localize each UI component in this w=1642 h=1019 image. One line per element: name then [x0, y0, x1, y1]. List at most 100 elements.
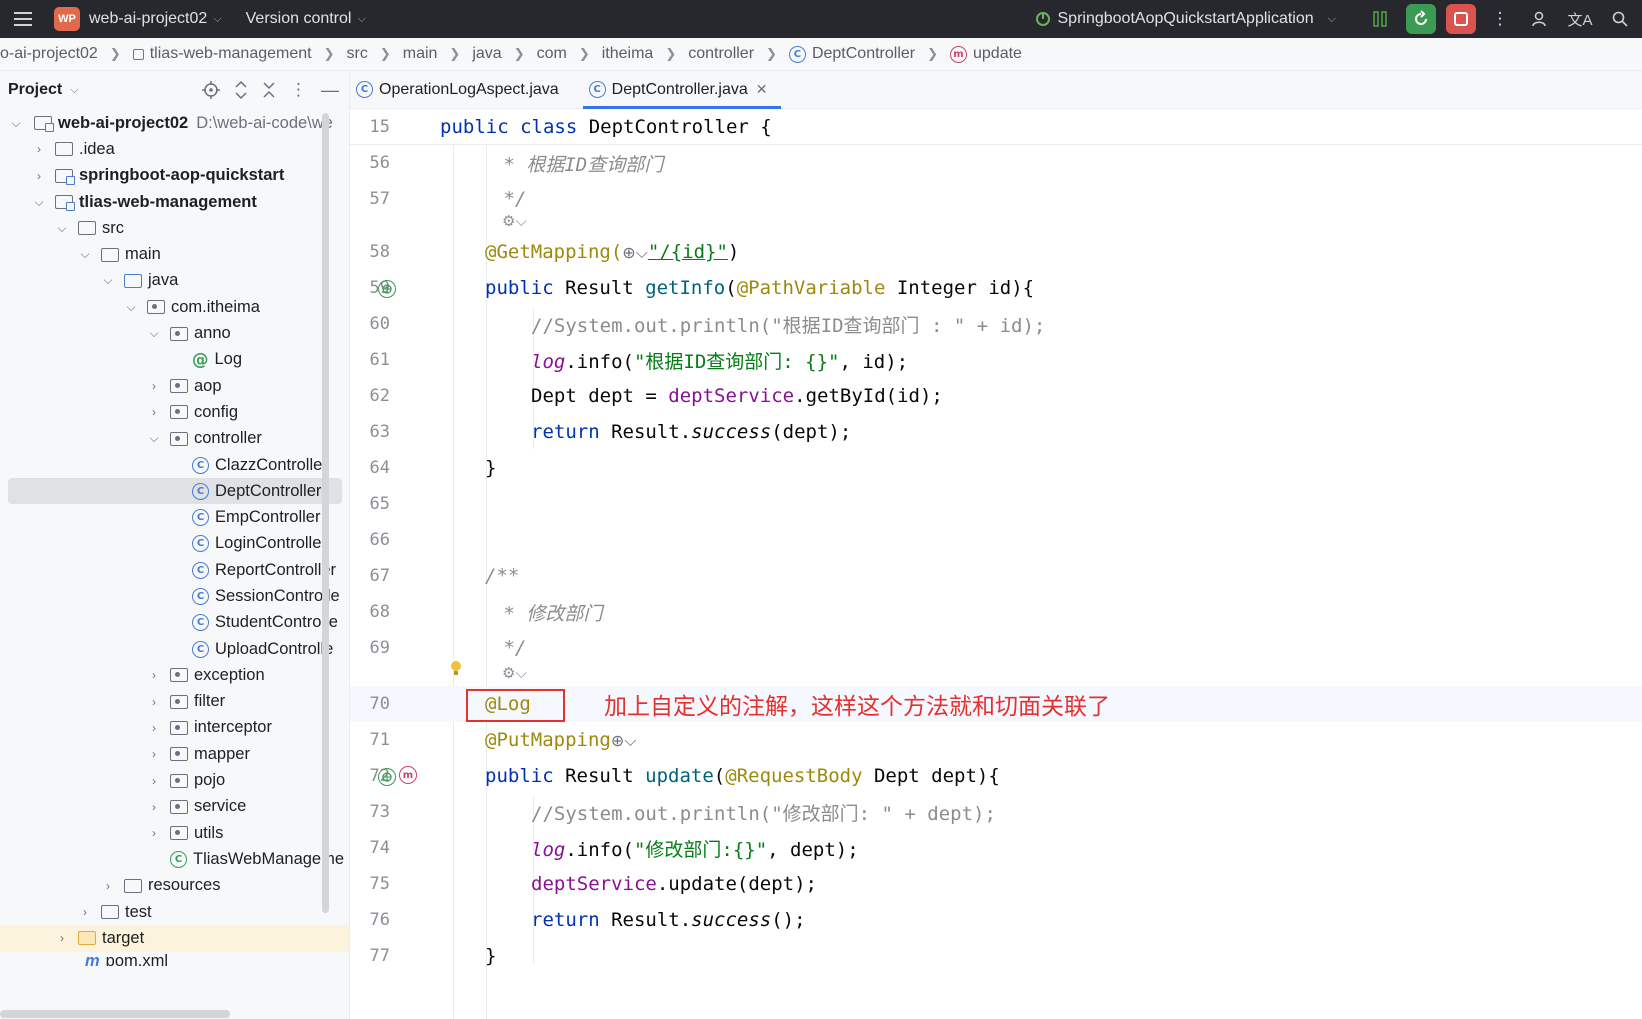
code-line-56[interactable]: 56 * 根据ID查询部门	[350, 145, 1642, 181]
tree-item-logincontroller[interactable]: C LoginController	[0, 531, 349, 557]
expand-all-icon[interactable]	[234, 81, 248, 99]
code-line-61[interactable]: 61 log.info("根据ID查询部门: {}", id);	[350, 342, 1642, 378]
endpoint-gutter-icon[interactable]	[378, 768, 396, 786]
tree-item-interceptor[interactable]: › interceptor	[0, 715, 349, 741]
tree-item-src[interactable]: ⌵ src	[0, 215, 349, 241]
chevron-down-icon[interactable]: ⌵	[54, 221, 70, 236]
code-line-64[interactable]: 64 }	[350, 450, 1642, 486]
chevron-right-icon[interactable]: ›	[146, 405, 162, 419]
breadcrumb-item[interactable]: C DeptController	[788, 45, 915, 63]
stop-button[interactable]	[1446, 4, 1476, 34]
breadcrumb-item[interactable]: controller	[688, 45, 754, 63]
code-line-68[interactable]: 68 * 修改部门	[350, 594, 1642, 630]
tree-item-com-itheima[interactable]: ⌵ com.itheima	[0, 294, 349, 320]
chevron-right-icon[interactable]: ›	[31, 142, 47, 156]
breadcrumb-item[interactable]: java	[472, 45, 501, 63]
code-line-67[interactable]: 67 /**	[350, 558, 1642, 594]
translate-icon[interactable]: 文A	[1564, 0, 1596, 38]
code-line-76[interactable]: 76 return Result.success();	[350, 902, 1642, 938]
tree-item-java[interactable]: ⌵ java	[0, 268, 349, 294]
tree-item-clazzcontroller[interactable]: C ClazzController	[0, 452, 349, 478]
project-horizontal-scrollbar[interactable]	[0, 1010, 230, 1018]
tree-item-root[interactable]: ⌵ web-ai-project02 D:\web-ai-code\we	[0, 110, 349, 136]
code-line-75[interactable]: 75 deptService.update(dept);	[350, 866, 1642, 902]
chevron-right-icon[interactable]: ›	[100, 879, 116, 893]
code-line-62[interactable]: 62 Dept dept = deptService.getById(id);	[350, 378, 1642, 414]
chevron-down-icon[interactable]: ⌵	[31, 195, 47, 210]
chevron-down-icon[interactable]: ⌵	[8, 116, 24, 131]
more-options-icon[interactable]: ⋮	[290, 80, 307, 100]
tree-item-idea[interactable]: › .idea	[0, 136, 349, 162]
tree-item-filter[interactable]: › filter	[0, 689, 349, 715]
tree-item-exception[interactable]: › exception	[0, 662, 349, 688]
tab-operationlogaspect[interactable]: C OperationLogAspect.java	[350, 71, 573, 108]
code-line-66[interactable]: 66	[350, 522, 1642, 558]
tree-item-config[interactable]: › config	[0, 399, 349, 425]
tree-item-anno[interactable]: ⌵ anno	[0, 320, 349, 346]
code-vision-icon[interactable]: ⚙⌵	[502, 664, 527, 682]
project-scrollbar[interactable]	[322, 113, 329, 913]
breadcrumb-item[interactable]: com	[537, 45, 567, 63]
tree-item-resources[interactable]: › resources	[0, 873, 349, 899]
chevron-right-icon[interactable]: ›	[146, 774, 162, 788]
code-line-73[interactable]: 73 //System.out.println("修改部门: " + dept)…	[350, 794, 1642, 830]
hide-panel-icon[interactable]: —	[321, 80, 339, 101]
code-line-59[interactable]: 59 public Result getInfo(@PathVariable I…	[350, 270, 1642, 306]
tree-item-pom-xml[interactable]: m pom.xml	[0, 952, 349, 966]
breadcrumb-item[interactable]: o-ai-project02	[0, 45, 98, 63]
chevron-right-icon[interactable]: ›	[146, 379, 162, 393]
tree-item-sessioncontroller[interactable]: C SessionControlle	[0, 583, 349, 609]
tree-item-main[interactable]: ⌵ main	[0, 241, 349, 267]
code-line-60[interactable]: 60 //System.out.println("根据ID查询部门 : " + …	[350, 306, 1642, 342]
chevron-right-icon[interactable]: ›	[77, 905, 93, 919]
breadcrumb-item[interactable]: main	[403, 45, 438, 63]
tree-item-tlias-web-management[interactable]: ⌵ tlias-web-management	[0, 189, 349, 215]
close-icon[interactable]: ✕	[756, 81, 768, 98]
tree-item-studentcontroller[interactable]: C StudentControlle	[0, 610, 349, 636]
run-config-selector[interactable]: SpringbootAopQuickstartApplication	[1058, 10, 1314, 28]
tree-item-pojo[interactable]: › pojo	[0, 767, 349, 793]
locate-icon[interactable]	[202, 81, 220, 99]
code-line-69[interactable]: 69 */	[350, 630, 1642, 666]
chevron-right-icon[interactable]: ›	[146, 826, 162, 840]
breadcrumb-item[interactable]: itheima	[602, 45, 654, 63]
tab-deptcontroller[interactable]: C DeptController.java ✕	[582, 71, 782, 109]
code-line-74[interactable]: 74 log.info("修改部门:{}", dept);	[350, 830, 1642, 866]
main-menu-icon[interactable]	[0, 0, 46, 38]
tree-item-mapper[interactable]: › mapper	[0, 741, 349, 767]
code-line-65[interactable]: 65	[350, 486, 1642, 522]
chevron-right-icon[interactable]: ›	[146, 695, 162, 709]
chevron-right-icon[interactable]: ›	[146, 668, 162, 682]
tree-item-service[interactable]: › service	[0, 794, 349, 820]
sticky-class-header[interactable]: 15 public class DeptController {	[350, 109, 1642, 145]
tree-item-aop[interactable]: › aop	[0, 373, 349, 399]
advice-method-gutter-icon[interactable]: m	[399, 766, 417, 784]
tree-item-utils[interactable]: › utils	[0, 820, 349, 846]
tree-item-log[interactable]: @ Log	[0, 347, 349, 373]
code-line-63[interactable]: 63 return Result.success(dept);	[350, 414, 1642, 450]
breadcrumb-item[interactable]: src	[347, 45, 368, 63]
tree-item-uploadcontroller[interactable]: C UploadControlle	[0, 636, 349, 662]
rerun-button[interactable]	[1406, 4, 1436, 34]
code-editor[interactable]: 15 public class DeptController { 56 * 根据…	[350, 109, 1642, 1019]
code-line-71[interactable]: 71 @PutMapping⊕⌵	[350, 722, 1642, 758]
tree-item-target[interactable]: › target	[0, 925, 349, 952]
tree-item-empcontroller[interactable]: C EmpController	[0, 504, 349, 530]
debug-pause-icon[interactable]	[1364, 0, 1396, 38]
collapse-all-icon[interactable]	[262, 81, 276, 99]
chevron-right-icon[interactable]: ›	[146, 721, 162, 735]
tree-item-springboot-aop-quickstart[interactable]: › springboot-aop-quickstart	[0, 163, 349, 189]
chevron-right-icon[interactable]: ›	[146, 800, 162, 814]
code-line-72[interactable]: 72 m public Result update(@RequestBody D…	[350, 758, 1642, 794]
chevron-right-icon[interactable]: ›	[31, 169, 47, 183]
tree-item-tliaswebmanagement-app[interactable]: C TliasWebManageme	[0, 846, 349, 872]
project-selector[interactable]: web-ai-project02	[89, 10, 207, 28]
tree-item-test[interactable]: › test	[0, 899, 349, 925]
breadcrumb-item[interactable]: m update	[950, 45, 1022, 63]
more-options-icon[interactable]: ⋮	[1484, 0, 1516, 38]
breadcrumb-item[interactable]: tlias-web-management	[132, 45, 312, 63]
code-vision-icon[interactable]: ⚙⌵	[502, 212, 527, 230]
search-icon[interactable]	[1604, 0, 1636, 38]
chevron-down-icon[interactable]: ⌵	[77, 247, 93, 262]
code-line-77[interactable]: 77 }	[350, 938, 1642, 974]
